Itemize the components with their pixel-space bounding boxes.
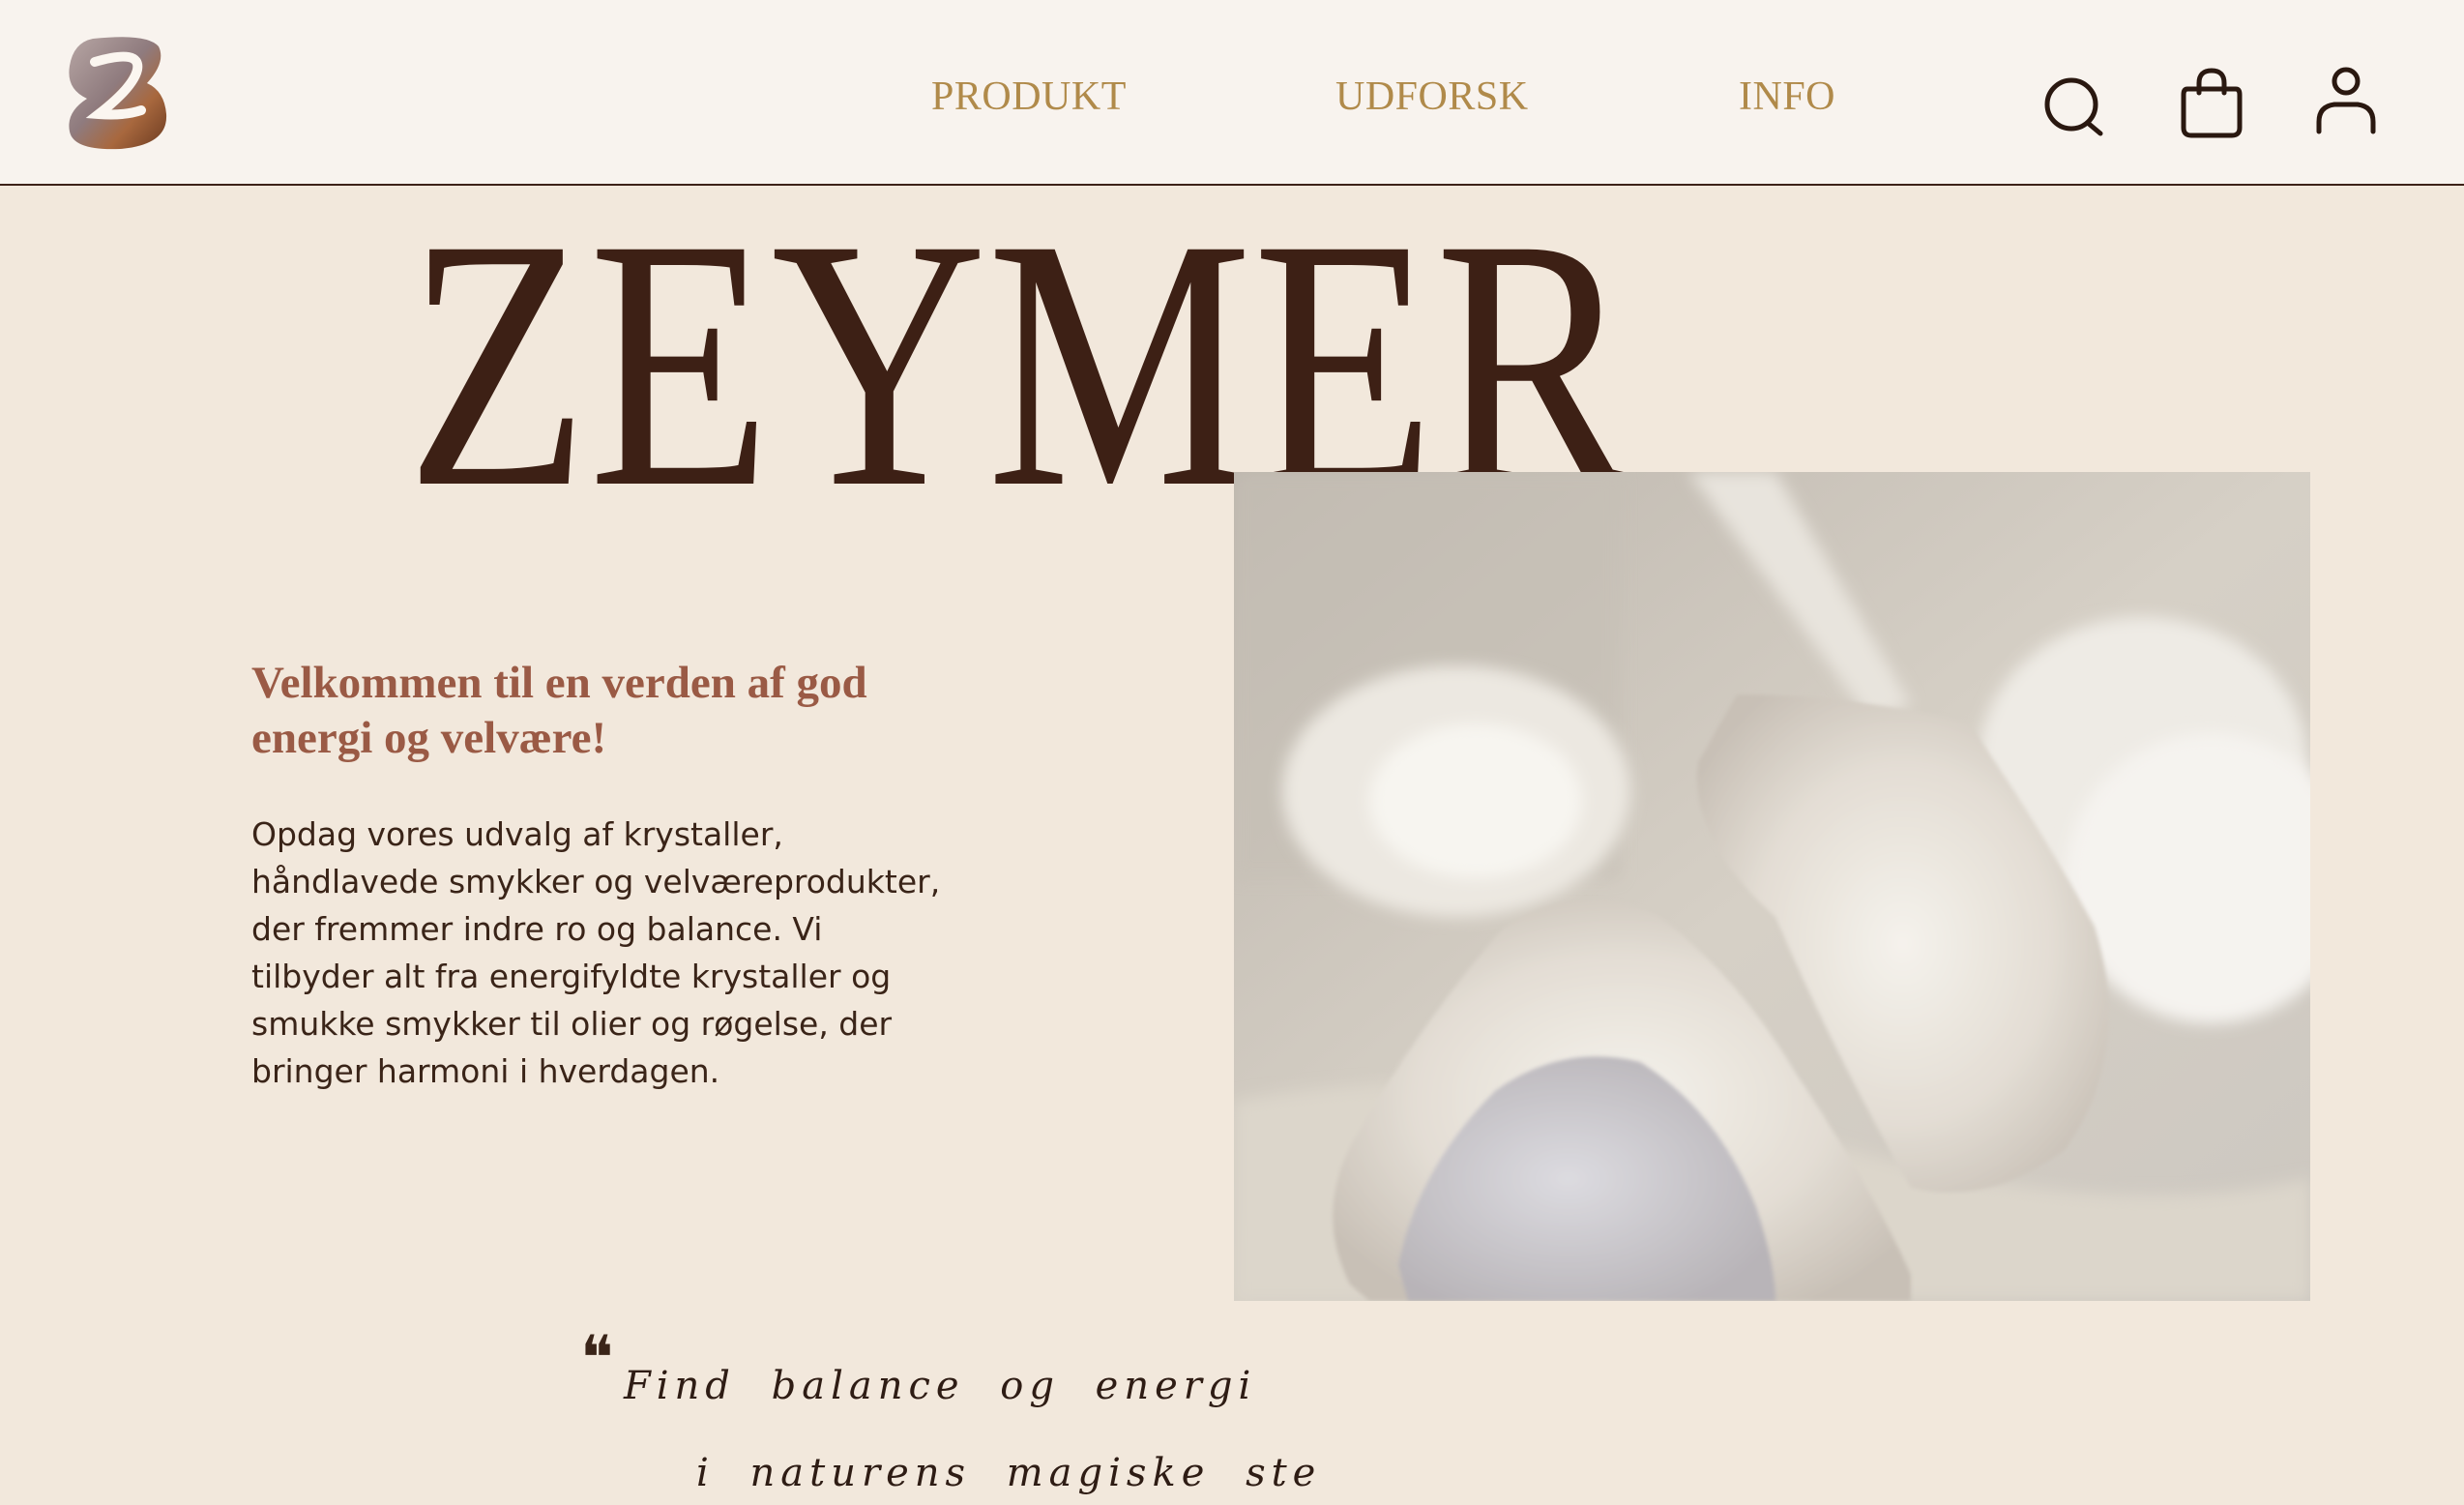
- logo-icon[interactable]: [66, 33, 168, 151]
- hero-crystal-image: [1234, 472, 2310, 1301]
- nav-item-info[interactable]: INFO: [1739, 70, 1835, 124]
- brand-wordmark: ZEYMER: [406, 208, 1636, 498]
- nav-item-produkt[interactable]: PRODUKT: [931, 70, 1127, 124]
- quote-line-2: i naturens magiske ste: [696, 1451, 1322, 1495]
- quote-mark-icon: ❝: [580, 1323, 614, 1395]
- quote-line-1: Find balance og energi: [624, 1364, 1257, 1408]
- user-icon[interactable]: [2315, 64, 2377, 135]
- search-icon[interactable]: [2042, 75, 2106, 139]
- brand-wordmark-text: ZEYMER: [406, 208, 1636, 498]
- intro-description: Opdag vores udvalg af krystaller, håndla…: [251, 815, 941, 1090]
- welcome-heading: Velkommen til en verden af god energi og…: [251, 658, 867, 763]
- nav-item-udforsk[interactable]: UDFORSK: [1335, 70, 1529, 124]
- shopping-bag-icon[interactable]: [2180, 66, 2244, 139]
- site-header: PRODUKT UDFORSK INFO: [0, 0, 2464, 186]
